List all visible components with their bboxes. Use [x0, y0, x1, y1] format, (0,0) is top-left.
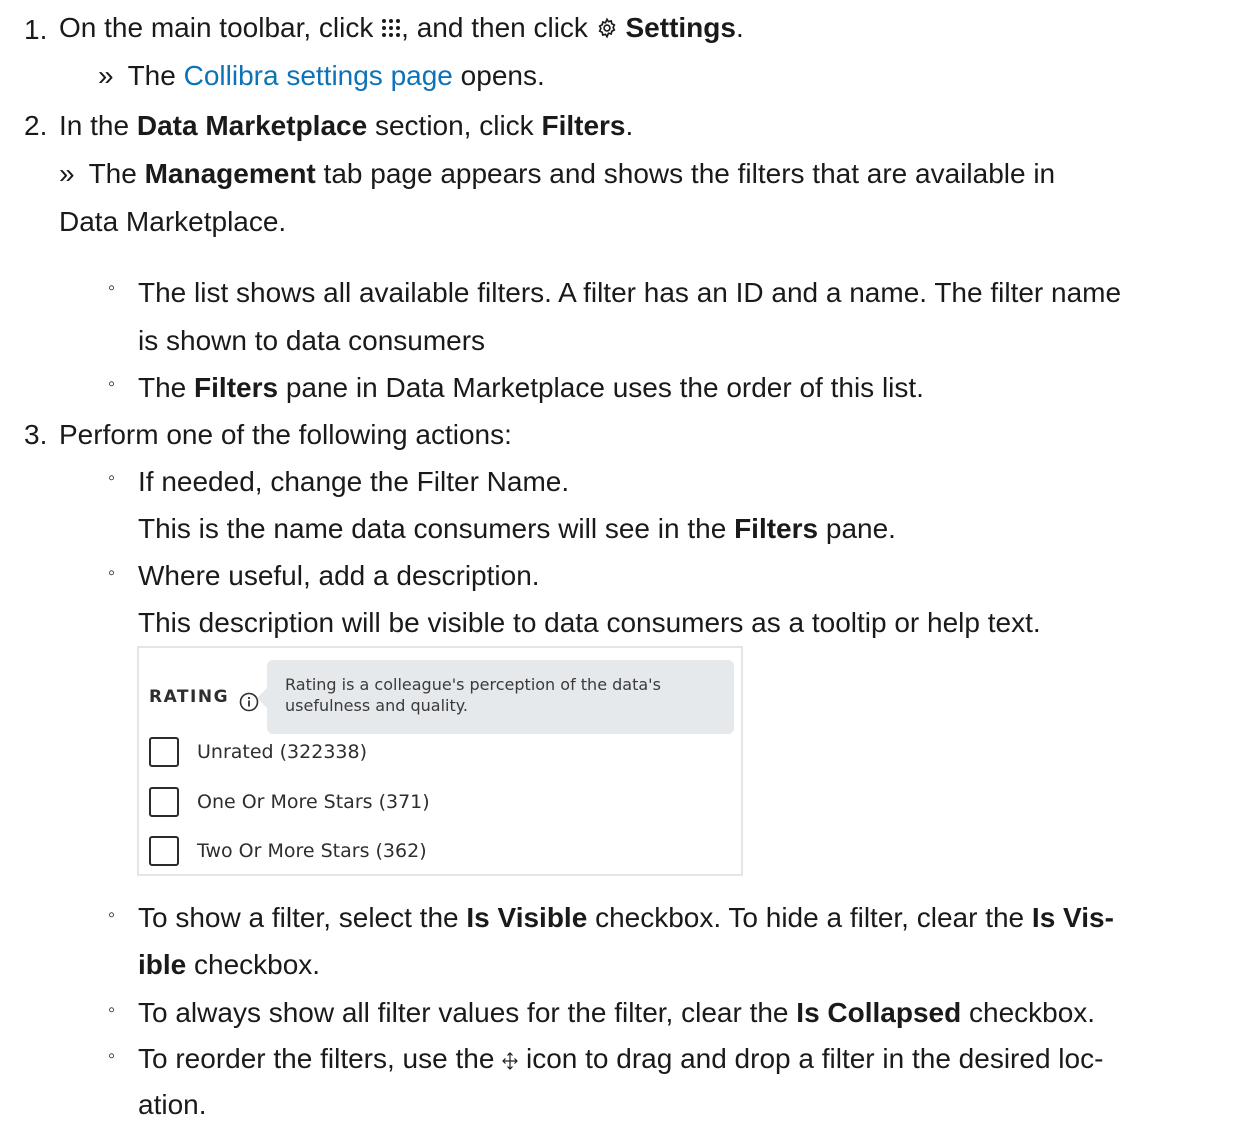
bullet-circle: ◦	[108, 373, 116, 395]
step-2-mid: section, click	[374, 110, 534, 141]
step-1-result: » The Collibra settings page opens.	[98, 56, 545, 96]
one-or-more-stars-checkbox[interactable]	[149, 787, 179, 817]
data-marketplace-label: Data Marketplace	[136, 110, 368, 141]
info-circle-icon[interactable]	[239, 686, 259, 712]
bullet-circle: ◦	[108, 904, 116, 926]
result-post: opens.	[460, 60, 545, 91]
filters-pane-note: The Filters pane in Data Marketplace use…	[138, 368, 924, 408]
step-2-post: .	[625, 110, 634, 141]
collibra-settings-link[interactable]: Collibra settings page	[184, 60, 453, 91]
step-1-post: .	[735, 12, 744, 43]
action-3-line1: To show a filter, select the Is Visible …	[138, 898, 1114, 938]
a3-bold2: Is Vis-	[1031, 902, 1114, 933]
a1-post: pane.	[825, 513, 896, 544]
action-1-line1: If needed, change the Filter Name.	[138, 466, 570, 497]
grid-dots-icon	[381, 10, 401, 50]
action-5-line2: ation.	[138, 1089, 207, 1120]
a3-mid: checkbox. To hide a filter, clear the	[595, 902, 1025, 933]
action-4: To always show all filter values for the…	[138, 993, 1095, 1033]
step-1-text: On the main toolbar, click , and then cl…	[59, 8, 744, 50]
unrated-checkbox[interactable]	[149, 737, 179, 767]
step-1-mid: , and then click	[401, 12, 588, 43]
a3-line2-bold: ible	[138, 949, 187, 980]
bullet-circle: ◦	[108, 999, 116, 1021]
a3-bold1: Is Visible	[466, 902, 588, 933]
step-3-intro: Perform one of the following actions:	[59, 419, 512, 450]
bullet-circle: ◦	[108, 1045, 116, 1067]
a3-line2-post: checkbox.	[194, 949, 321, 980]
step-2-result: » The Management tab page appears and sho…	[59, 154, 1055, 194]
a5-post: icon to drag and drop a filter in the de…	[525, 1043, 1104, 1074]
b2-bold: Filters	[194, 372, 279, 403]
step-2-result-line2: Data Marketplace.	[59, 206, 287, 237]
a4-bold: Is Collapsed	[796, 997, 962, 1028]
filters-label: Filters	[541, 110, 626, 141]
option-label: Unrated (322338)	[197, 741, 367, 763]
a5-pre: To reorder the filters, use the	[138, 1043, 495, 1074]
management-tab-label: Management	[144, 158, 316, 189]
result-pre: The	[88, 158, 137, 189]
result-pre: The	[127, 60, 176, 91]
step-2-text: In the Data Marketplace section, click F…	[59, 106, 633, 146]
bullet-circle: ◦	[108, 467, 116, 489]
result-marker: »	[98, 60, 114, 91]
bullet-circle: ◦	[108, 562, 116, 584]
step-number: 3.	[24, 419, 48, 450]
a1-bold: Filters	[734, 513, 819, 544]
a4-post: checkbox.	[969, 997, 1096, 1028]
filter-list-note-line1: The list shows all available filters. A …	[138, 277, 1122, 308]
action-2-line2: This description will be visible to data…	[138, 607, 1041, 638]
rating-heading: RATING	[149, 687, 230, 707]
option-label: One Or More Stars (371)	[197, 791, 430, 813]
filter-list-note-line2: is shown to data consumers	[138, 325, 486, 356]
gear-icon	[596, 10, 618, 50]
result-post: tab page appears and shows the filters t…	[323, 158, 1056, 189]
step-1-pre: On the main toolbar, click	[59, 12, 374, 43]
settings-label: Settings	[625, 12, 736, 43]
step-number: 1.	[24, 14, 48, 45]
action-3-line2: ible checkbox.	[138, 945, 320, 985]
action-2-line1: Where useful, add a description.	[138, 560, 540, 591]
bullet-circle: ◦	[108, 277, 116, 299]
b2-post: pane in Data Marketplace uses the order …	[285, 372, 924, 403]
option-label: Two Or More Stars (362)	[197, 840, 427, 862]
move-arrows-icon	[502, 1041, 519, 1081]
a1-pre: This is the name data consumers will see…	[138, 513, 727, 544]
step-2-pre: In the	[59, 110, 130, 141]
rating-filter-screenshot: RATING Rating is a colleague's perceptio…	[137, 646, 743, 876]
a4-pre: To always show all filter values for the…	[138, 997, 789, 1028]
two-or-more-stars-checkbox[interactable]	[149, 836, 179, 866]
action-5-line1: To reorder the filters, use the icon to …	[138, 1039, 1103, 1081]
result-marker: »	[59, 158, 75, 189]
a3-pre: To show a filter, select the	[138, 902, 459, 933]
step-number: 2.	[24, 110, 48, 141]
rating-tooltip: Rating is a colleague's perception of th…	[257, 660, 734, 734]
b2-pre: The	[138, 372, 187, 403]
action-1-line2: This is the name data consumers will see…	[138, 509, 896, 549]
